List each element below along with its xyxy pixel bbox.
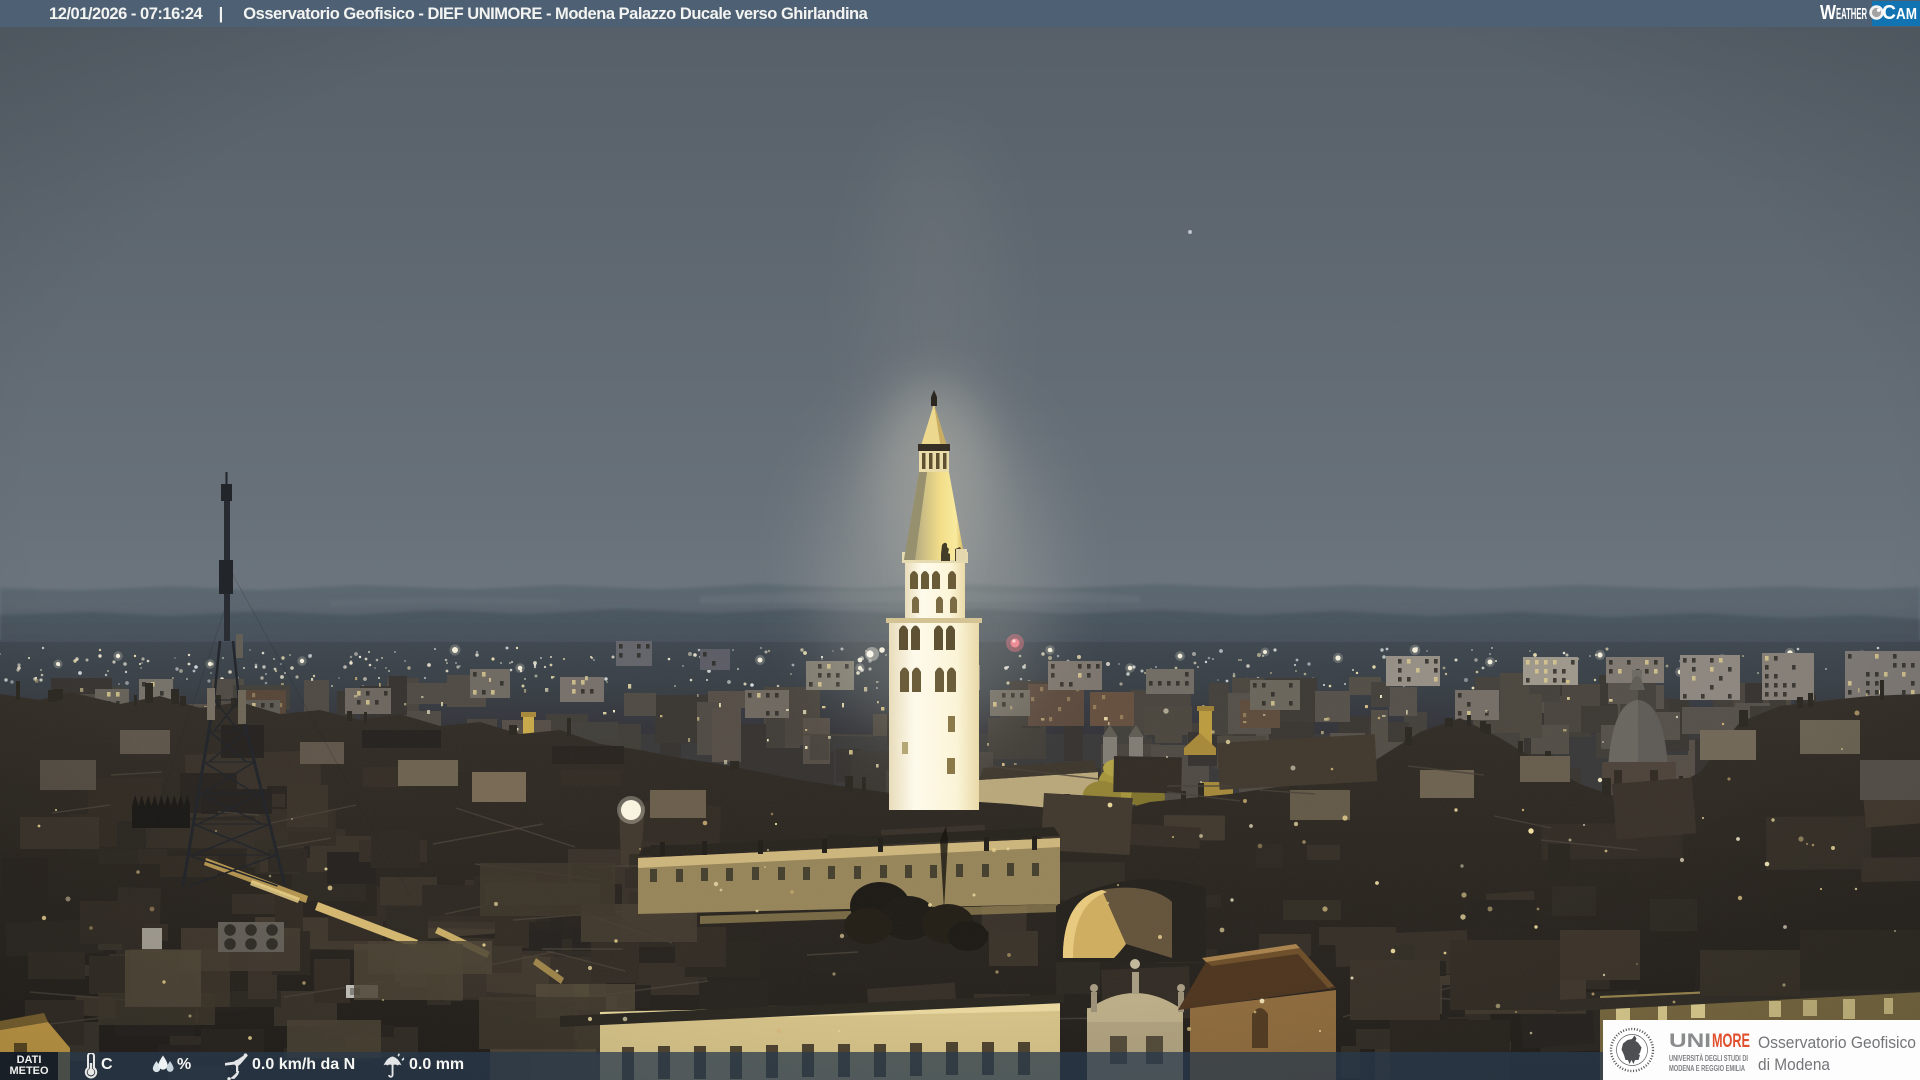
svg-text:C: C (1882, 2, 1896, 24)
svg-text:EATHER: EATHER (1836, 6, 1867, 23)
svg-text:AM: AM (1896, 6, 1917, 23)
svg-text:W: W (1820, 2, 1836, 24)
svg-text:Osservatorio Geofisico: Osservatorio Geofisico (1758, 1033, 1916, 1052)
svg-text:UNIVERSITÀ DEGLI STUDI DI: UNIVERSITÀ DEGLI STUDI DI (1669, 1054, 1748, 1063)
svg-text:di Modena: di Modena (1758, 1055, 1830, 1074)
svg-text:MORE: MORE (1712, 1031, 1750, 1052)
svg-text:MODENA E REGGIO EMILIA: MODENA E REGGIO EMILIA (1669, 1064, 1745, 1073)
svg-text:UNI: UNI (1669, 1031, 1711, 1052)
